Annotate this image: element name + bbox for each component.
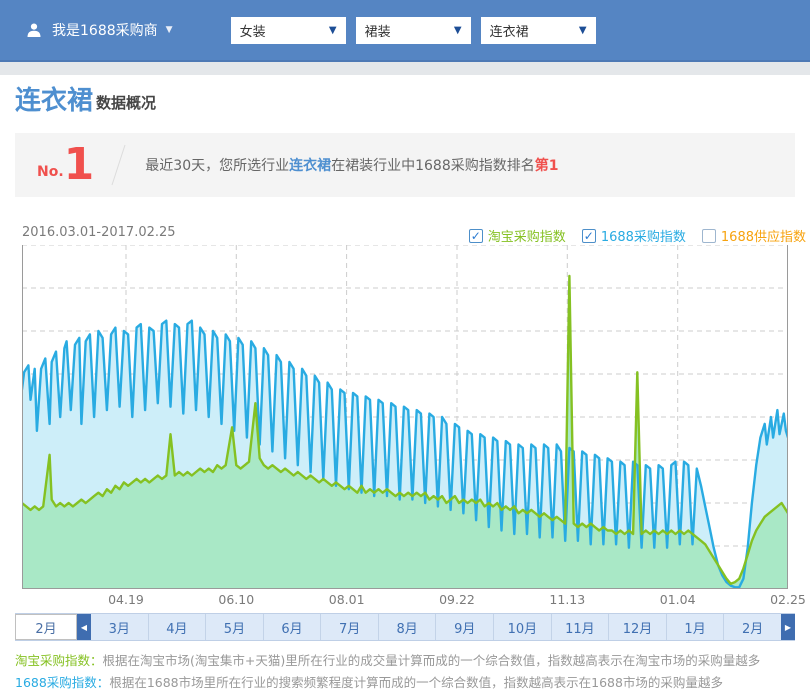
rank-banner: No. 1 最近30天，您所选行业连衣裙在裙装行业中1688采购指数排名第1: [15, 133, 795, 197]
chevron-down-icon: ▼: [166, 25, 173, 35]
checkbox-checked-icon[interactable]: ✓: [469, 229, 483, 243]
footnote-text: 根据在淘宝市场(淘宝集市+天猫)里所在行业的成交量计算而成的一个综合数值，指数越…: [103, 653, 761, 668]
index-trend-chart[interactable]: [22, 245, 788, 589]
legend-label: 淘宝采购指数: [488, 226, 566, 245]
footnote-1: 淘宝采购指数：根据在淘宝市场(淘宝集市+天猫)里所在行业的成交量计算而成的一个综…: [15, 650, 760, 672]
category-dropdown-3[interactable]: 连衣裙 ▼: [481, 17, 596, 44]
dropdown-value: 女装: [240, 21, 266, 40]
footnote-term: 淘宝采购指数：: [15, 653, 103, 668]
checkbox-checked-icon[interactable]: ✓: [582, 229, 596, 243]
rank-number: 1: [64, 143, 95, 187]
page: 我是1688采购商 ▼ 女装 ▼ 裙装 ▼ 连衣裙 ▼ 连衣裙 数据概况 No. 1 最近…: [0, 0, 810, 692]
arrow-right-icon: ▶: [785, 623, 791, 632]
category-dropdown-1[interactable]: 女装 ▼: [231, 17, 346, 44]
month-tab-4月[interactable]: 4月: [148, 614, 206, 640]
month-tab-9月[interactable]: 9月: [435, 614, 493, 640]
category-dropdowns: 女装 ▼ 裙装 ▼ 连衣裙 ▼: [231, 17, 606, 44]
rank-badge: No. 1: [37, 143, 94, 187]
legend-label: 1688采购指数: [601, 226, 686, 245]
rank-description: 最近30天，您所选行业连衣裙在裙装行业中1688采购指数排名第1: [145, 155, 558, 175]
x-axis-tick-label: 06.10: [218, 592, 254, 607]
rank-text-middle: 在裙装行业中1688采购指数排名: [331, 158, 535, 174]
dropdown-value: 连衣裙: [490, 21, 529, 40]
prev-month-button[interactable]: ◀: [77, 614, 91, 640]
month-tab-10月[interactable]: 10月: [493, 614, 551, 640]
month-tab-6月[interactable]: 6月: [263, 614, 321, 640]
legend-item-2[interactable]: ✓ 1688采购指数: [582, 226, 686, 245]
chart-canvas: [22, 245, 788, 589]
category-dropdown-2[interactable]: 裙装 ▼: [356, 17, 471, 44]
user-menu[interactable]: 我是1688采购商 ▼: [26, 20, 173, 40]
rank-keyword[interactable]: 连衣裙: [289, 158, 331, 174]
header-divider: [0, 62, 810, 75]
x-axis-tick-label: 01.04: [660, 592, 696, 607]
index-footnotes: 淘宝采购指数：根据在淘宝市场(淘宝集市+天猫)里所在行业的成交量计算而成的一个综…: [15, 650, 760, 692]
month-tab-8月[interactable]: 8月: [378, 614, 436, 640]
title-suffix: 数据概况: [96, 92, 156, 116]
dropdown-value: 裙装: [365, 21, 391, 40]
rank-prefix: No.: [37, 164, 64, 187]
month-tab-7月[interactable]: 7月: [320, 614, 378, 640]
month-tab-bar: 2月 ◀ 3月4月5月6月7月8月9月10月11月12月1月2月 ▶: [15, 613, 795, 641]
header-bar: 我是1688采购商 ▼ 女装 ▼ 裙装 ▼ 连衣裙 ▼: [0, 0, 810, 62]
x-axis-labels: 04.1906.1008.0109.2211.1301.0402.25: [22, 592, 788, 608]
x-axis-tick-label: 04.19: [108, 592, 144, 607]
month-tab-11月[interactable]: 11月: [551, 614, 609, 640]
month-tab-12月[interactable]: 12月: [608, 614, 666, 640]
chart-date-range: 2016.03.01-2017.02.25: [22, 225, 176, 240]
arrow-left-icon: ◀: [81, 623, 87, 632]
x-axis-tick-label: 02.25: [770, 592, 806, 607]
month-tab-2月[interactable]: 2月: [723, 614, 781, 640]
month-tab-5月[interactable]: 5月: [205, 614, 263, 640]
month-tabs: 3月4月5月6月7月8月9月10月11月12月1月2月: [91, 614, 781, 640]
user-icon: [26, 22, 42, 38]
month-tab-selected[interactable]: 2月: [15, 614, 77, 640]
month-tab-1月[interactable]: 1月: [666, 614, 724, 640]
legend-label: 1688供应指数: [721, 226, 806, 245]
chevron-down-icon: ▼: [579, 25, 587, 36]
rank-text-before: 最近30天，您所选行业: [145, 158, 289, 174]
x-axis-tick-label: 08.01: [329, 592, 365, 607]
x-axis-tick-label: 11.13: [549, 592, 585, 607]
month-tab-3月[interactable]: 3月: [91, 614, 148, 640]
footnote-text: 根据在1688市场里所在行业的搜索频繁程度计算而成的一个综合数值，指数越高表示在…: [109, 675, 723, 690]
x-axis-tick-label: 09.22: [439, 592, 475, 607]
title-keyword: 连衣裙: [15, 86, 93, 116]
chevron-down-icon: ▼: [329, 25, 337, 36]
checkbox-unchecked-icon[interactable]: [702, 229, 716, 243]
next-month-button[interactable]: ▶: [781, 614, 795, 640]
footnote-2: 1688采购指数：根据在1688市场里所在行业的搜索频繁程度计算而成的一个综合数…: [15, 672, 760, 692]
banner-divider: [112, 145, 126, 185]
page-title: 连衣裙 数据概况: [15, 86, 156, 116]
footnote-term: 1688采购指数：: [15, 675, 109, 690]
user-label: 我是1688采购商: [52, 20, 158, 40]
legend-item-3[interactable]: 1688供应指数: [702, 226, 806, 245]
legend-item-1[interactable]: ✓ 淘宝采购指数: [469, 226, 566, 245]
rank-value: 第1: [535, 158, 559, 174]
chevron-down-icon: ▼: [454, 25, 462, 36]
chart-legend: ✓ 淘宝采购指数 ✓ 1688采购指数 1688供应指数: [453, 226, 806, 245]
